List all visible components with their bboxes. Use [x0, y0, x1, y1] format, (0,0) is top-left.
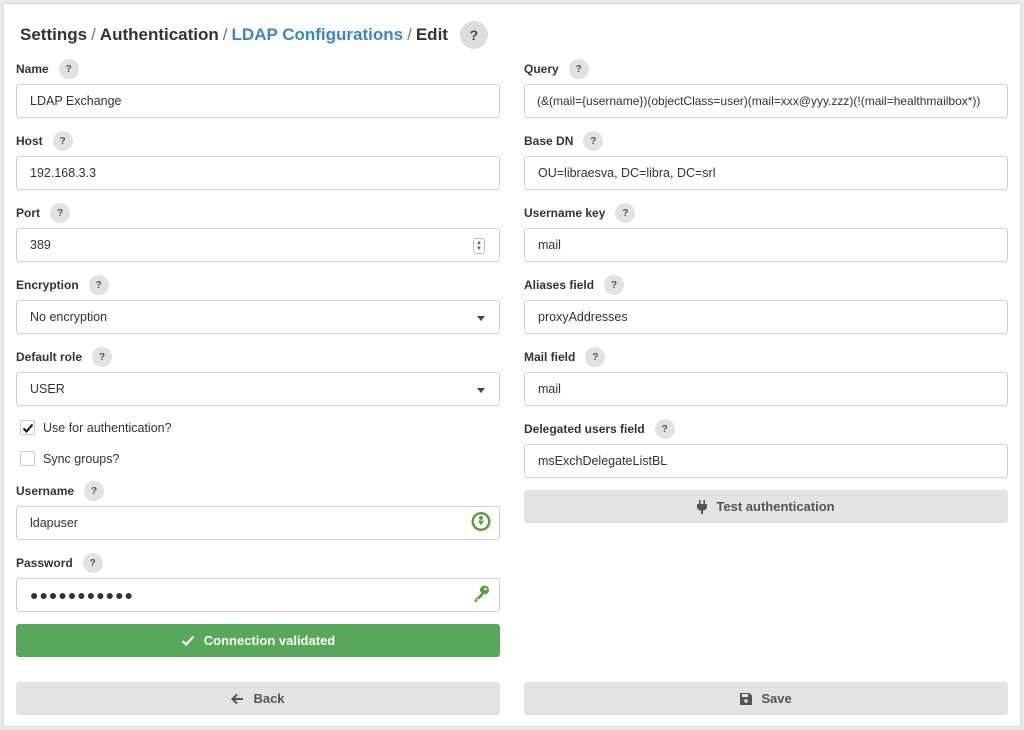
sync-groups-checkbox[interactable] [20, 451, 35, 466]
password-input[interactable]: ●●●●●●●●●●● [16, 578, 500, 612]
username-help-icon[interactable]: ? [84, 481, 105, 501]
breadcrumb-separator: / [91, 25, 96, 44]
encryption-help-icon[interactable]: ? [88, 275, 109, 295]
default-role-select[interactable]: USER [16, 372, 500, 406]
use-for-auth-checkbox[interactable] [20, 420, 35, 435]
breadcrumb-edit: Edit [415, 25, 448, 44]
caret-down-icon [477, 388, 485, 393]
port-label: Port [16, 206, 40, 220]
save-label: Save [761, 691, 792, 706]
username-key-help-icon[interactable]: ? [615, 203, 636, 223]
query-field-group: Query ? (&(mail={username})(objectClass=… [524, 58, 1008, 118]
breadcrumb-separator: / [407, 25, 412, 44]
aliases-field-help-icon[interactable]: ? [604, 275, 625, 295]
back-button[interactable]: Back [16, 682, 500, 715]
connection-validated-button[interactable]: Connection validated [16, 624, 500, 657]
delegated-users-field-input[interactable]: msExchDelegateListBL [524, 444, 1008, 478]
checkmark-icon [22, 423, 33, 433]
host-field-group: Host ? 192.168.3.3 [16, 130, 500, 190]
encryption-field-group: Encryption ? No encryption [16, 274, 500, 334]
floppy-disk-icon [740, 692, 753, 705]
password-label: Password [16, 556, 73, 570]
sync-groups-row: Sync groups? [20, 451, 119, 466]
default-role-value: USER [30, 382, 65, 396]
port-stepper-icon[interactable]: ▲ ▼ [473, 238, 485, 254]
plug-icon [697, 499, 708, 514]
caret-down-icon [477, 316, 485, 321]
mail-field-input[interactable]: mail [524, 372, 1008, 406]
key-icon[interactable] [471, 584, 491, 607]
use-for-auth-label: Use for authentication? [43, 420, 172, 435]
user-avatar-icon [471, 512, 491, 535]
mail-field-group: Mail field ? mail [524, 346, 1008, 406]
name-label: Name [16, 62, 49, 76]
breadcrumb-authentication[interactable]: Authentication [100, 25, 219, 45]
delegated-users-field-label: Delegated users field [524, 422, 645, 436]
delegated-users-field-group: Delegated users field ? msExchDelegateLi… [524, 418, 1008, 478]
mail-field-help-icon[interactable]: ? [585, 347, 606, 367]
default-role-help-icon[interactable]: ? [92, 347, 113, 367]
query-label: Query [524, 62, 559, 76]
aliases-field-label: Aliases field [524, 278, 595, 292]
aliases-field-input[interactable]: proxyAddresses [524, 300, 1008, 334]
username-key-field-group: Username key ? mail [524, 202, 1008, 262]
save-button[interactable]: Save [524, 682, 1008, 715]
username-key-input[interactable]: mail [524, 228, 1008, 262]
default-role-field-group: Default role ? USER [16, 346, 500, 406]
name-input[interactable]: LDAP Exchange [16, 84, 500, 118]
use-for-auth-row: Use for authentication? [20, 420, 172, 435]
port-field-group: Port ? 389 ▲ ▼ [16, 202, 500, 262]
name-field-group: Name ? LDAP Exchange [16, 58, 500, 118]
username-value: ldapuser [30, 516, 78, 530]
default-role-label: Default role [16, 350, 83, 364]
host-help-icon[interactable]: ? [52, 131, 73, 151]
port-input[interactable]: 389 ▲ ▼ [16, 228, 500, 262]
sync-groups-label: Sync groups? [43, 451, 120, 466]
aliases-field-group: Aliases field ? proxyAddresses [524, 274, 1008, 334]
host-label: Host [16, 134, 43, 148]
username-field-group: Username ? ldapuser [16, 480, 500, 540]
test-authentication-label: Test authentication [716, 499, 835, 514]
password-help-icon[interactable]: ? [82, 553, 103, 573]
breadcrumb-separator: / [222, 25, 228, 44]
mail-field-label: Mail field [524, 350, 576, 364]
port-help-icon[interactable]: ? [50, 203, 70, 223]
back-label: Back [253, 691, 285, 706]
arrow-left-icon [231, 693, 244, 705]
connection-validated-label: Connection validated [203, 633, 336, 648]
name-help-icon[interactable]: ? [58, 59, 79, 79]
query-help-icon[interactable]: ? [568, 59, 589, 79]
encryption-label: Encryption [16, 278, 79, 292]
breadcrumb: Settings / Authentication / LDAP Configu… [20, 21, 488, 49]
breadcrumb-settings[interactable]: Settings [20, 25, 87, 45]
base-dn-field-group: Base DN ? OU=libraesva, DC=libra, DC=srl [524, 130, 1008, 190]
username-key-label: Username key [524, 206, 606, 220]
breadcrumb-ldap-configurations[interactable]: LDAP Configurations [232, 25, 404, 45]
base-dn-label: Base DN [524, 134, 574, 148]
query-input[interactable]: (&(mail={username})(objectClass=user)(ma… [524, 84, 1008, 118]
edit-ldap-panel: Settings / Authentication / LDAP Configu… [3, 3, 1021, 727]
password-field-group: Password ? ●●●●●●●●●●● [16, 552, 500, 612]
base-dn-input[interactable]: OU=libraesva, DC=libra, DC=srl [524, 156, 1008, 190]
test-authentication-button[interactable]: Test authentication [524, 490, 1008, 523]
username-label: Username [16, 484, 75, 498]
base-dn-help-icon[interactable]: ? [583, 131, 604, 151]
host-input[interactable]: 192.168.3.3 [16, 156, 500, 190]
checkmark-icon [181, 635, 195, 647]
page-help-icon[interactable]: ? [459, 21, 488, 49]
username-input[interactable]: ldapuser [16, 506, 500, 540]
encryption-select[interactable]: No encryption [16, 300, 500, 334]
delegated-users-field-help-icon[interactable]: ? [654, 419, 675, 439]
password-value: ●●●●●●●●●●● [30, 587, 135, 603]
encryption-value: No encryption [30, 310, 108, 324]
port-value: 389 [30, 238, 51, 252]
